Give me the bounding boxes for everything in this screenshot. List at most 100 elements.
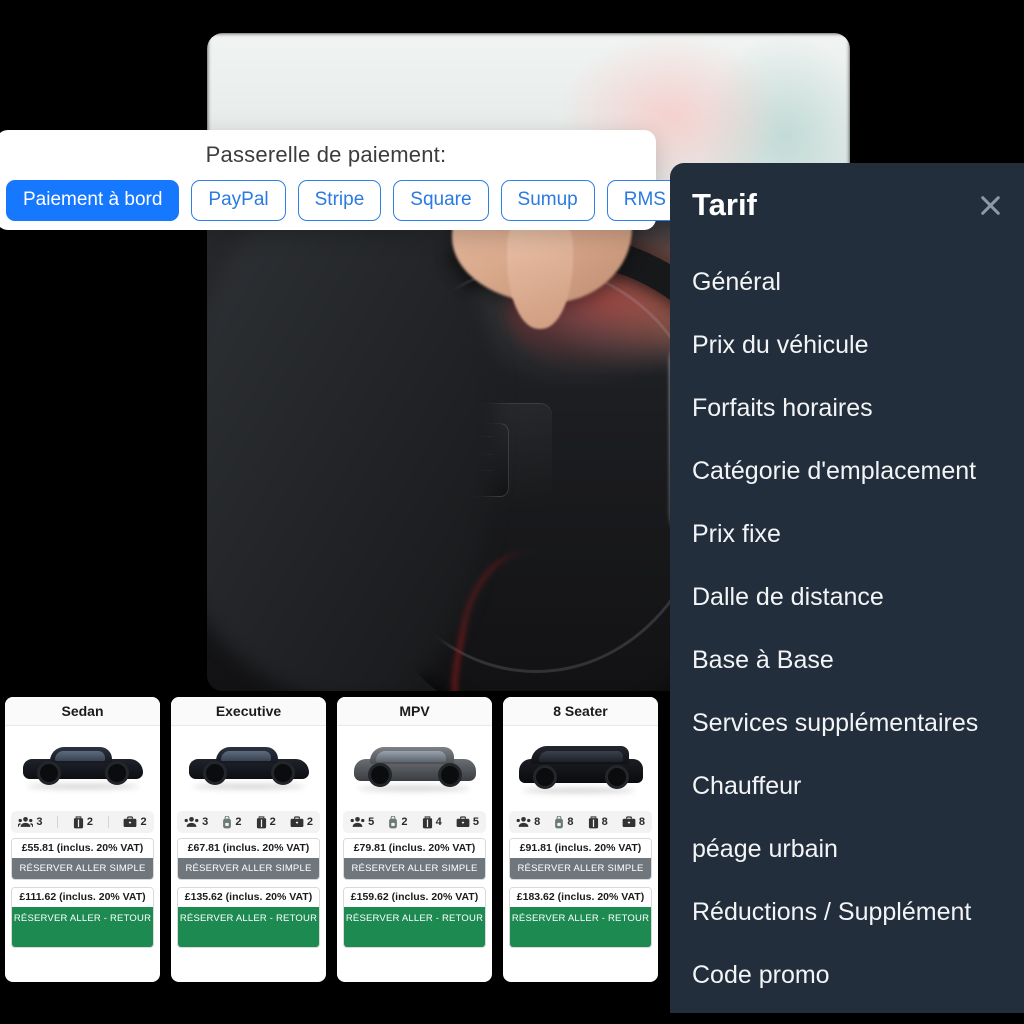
book-oneway-button[interactable]: RÉSERVER ALLER SIMPLE xyxy=(178,858,319,879)
capacity-backpack-icon: 2 xyxy=(388,815,408,829)
return-price-block: £135.62 (inclus. 20% VAT) RÉSERVER ALLER… xyxy=(177,887,320,948)
vehicle-card-8-seater[interactable]: 8 Seater 8 8 8 8 £91.81 (inclus. 20% VAT… xyxy=(503,697,658,982)
fleet-card-list: Sedan 3 2 2 £55.81 (inclus. 20% VAT) RÉS… xyxy=(0,697,660,987)
capacity-row: 8 8 8 8 xyxy=(509,811,652,833)
vehicle-card-mpv[interactable]: MPV 5 2 4 5 £79.81 (inclus. 20% VAT) RÉS… xyxy=(337,697,492,982)
capacity-passengers-icon: 3 xyxy=(184,816,208,828)
capacity-value: 3 xyxy=(202,816,209,828)
capacity-row: 5 2 4 5 xyxy=(343,811,486,833)
close-x-icon[interactable] xyxy=(970,185,1010,225)
capacity-value: 8 xyxy=(567,816,574,828)
payment-option-paiement-a-bord[interactable]: Paiement à bord xyxy=(6,180,180,221)
oneway-price-block: £55.81 (inclus. 20% VAT) RÉSERVER ALLER … xyxy=(11,838,154,880)
executive-car-icon xyxy=(171,726,326,806)
capacity-briefcase-icon: 2 xyxy=(290,816,313,828)
book-oneway-button[interactable]: RÉSERVER ALLER SIMPLE xyxy=(344,858,485,879)
capacity-value: 4 xyxy=(435,816,442,828)
tarif-item-reductions-supplement[interactable]: Réductions / Supplément xyxy=(670,888,1024,936)
payment-option-sumup[interactable]: Sumup xyxy=(500,180,595,221)
capacity-value: 2 xyxy=(269,816,276,828)
payment-option-square[interactable]: Square xyxy=(393,180,489,221)
capacity-value: 8 xyxy=(601,816,608,828)
capacity-row: 3 2 2 2 xyxy=(177,811,320,833)
capacity-suitcase-icon: 4 xyxy=(422,815,442,829)
payment-gateway-title: Passerelle de paiement: xyxy=(205,142,447,167)
capacity-value: 5 xyxy=(472,816,479,828)
capacity-value: 3 xyxy=(36,816,43,828)
oneway-price: £91.81 (inclus. 20% VAT) xyxy=(510,839,651,858)
tarif-item-code-promo[interactable]: Code promo xyxy=(670,951,1024,999)
payment-option-stripe[interactable]: Stripe xyxy=(297,180,382,221)
capacity-value: 5 xyxy=(368,816,375,828)
capacity-suitcase-icon: 2 xyxy=(256,815,276,829)
vehicle-card-sedan[interactable]: Sedan 3 2 2 £55.81 (inclus. 20% VAT) RÉS… xyxy=(5,697,160,982)
tarif-item-forfaits-horaires[interactable]: Forfaits horaires xyxy=(670,384,1024,432)
tarif-item-chauffeur[interactable]: Chauffeur xyxy=(670,762,1024,810)
book-return-button[interactable]: RÉSERVER ALLER - RETOUR xyxy=(344,907,485,947)
van-car-icon xyxy=(503,726,658,806)
capacity-briefcase-icon: 5 xyxy=(456,816,479,828)
capacity-row: 3 2 2 xyxy=(11,811,154,833)
return-price-block: £183.62 (inclus. 20% VAT) RÉSERVER ALLER… xyxy=(509,887,652,948)
payment-gateway-options: Paiement à bord PayPal Stripe Square Sum… xyxy=(6,180,683,221)
capacity-passengers-icon: 8 xyxy=(516,816,540,828)
capacity-backpack-icon: 2 xyxy=(222,815,242,829)
capacity-value: 8 xyxy=(638,816,645,828)
tarif-item-prix-du-vehicule[interactable]: Prix du véhicule xyxy=(670,321,1024,369)
divider xyxy=(57,816,59,828)
tarif-panel: Tarif Général Prix du véhicule Forfaits … xyxy=(670,163,1024,1013)
book-return-button[interactable]: RÉSERVER ALLER - RETOUR xyxy=(12,907,153,947)
tarif-item-base-a-base[interactable]: Base à Base xyxy=(670,636,1024,684)
return-price: £111.62 (inclus. 20% VAT) xyxy=(12,888,153,907)
vehicle-card-executive[interactable]: Executive 3 2 2 2 £67.81 (inclus. 20% VA… xyxy=(171,697,326,982)
capacity-suitcase-icon: 2 xyxy=(73,815,94,829)
return-price: £159.62 (inclus. 20% VAT) xyxy=(344,888,485,907)
return-price-block: £159.62 (inclus. 20% VAT) RÉSERVER ALLER… xyxy=(343,887,486,948)
mpv-car-icon xyxy=(337,726,492,806)
return-price: £135.62 (inclus. 20% VAT) xyxy=(178,888,319,907)
payment-option-paypal[interactable]: PayPal xyxy=(191,180,286,221)
screenshot-root: Passerelle de paiement: Paiement à bord … xyxy=(0,0,1024,1024)
book-oneway-button[interactable]: RÉSERVER ALLER SIMPLE xyxy=(510,858,651,879)
tarif-item-categorie-demplacement[interactable]: Catégorie d'emplacement xyxy=(670,447,1024,495)
vehicle-name: 8 Seater xyxy=(503,697,658,726)
capacity-briefcase-icon: 2 xyxy=(123,816,147,828)
capacity-value: 2 xyxy=(306,816,313,828)
tarif-item-general[interactable]: Général xyxy=(670,258,1024,306)
tarif-item-peage-urbain[interactable]: péage urbain xyxy=(670,825,1024,873)
capacity-backpack-icon: 8 xyxy=(554,815,574,829)
vehicle-name: MPV xyxy=(337,697,492,726)
capacity-briefcase-icon: 8 xyxy=(622,816,645,828)
oneway-price: £79.81 (inclus. 20% VAT) xyxy=(344,839,485,858)
oneway-price-block: £79.81 (inclus. 20% VAT) RÉSERVER ALLER … xyxy=(343,838,486,880)
book-return-button[interactable]: RÉSERVER ALLER - RETOUR xyxy=(510,907,651,947)
oneway-price-block: £91.81 (inclus. 20% VAT) RÉSERVER ALLER … xyxy=(509,838,652,880)
vehicle-name: Sedan xyxy=(5,697,160,726)
capacity-value: 2 xyxy=(235,816,242,828)
tarif-item-prix-fixe[interactable]: Prix fixe xyxy=(670,510,1024,558)
capacity-suitcase-icon: 8 xyxy=(588,815,608,829)
sedan-car-icon xyxy=(5,726,160,806)
book-return-button[interactable]: RÉSERVER ALLER - RETOUR xyxy=(178,907,319,947)
oneway-price: £67.81 (inclus. 20% VAT) xyxy=(178,839,319,858)
tarif-panel-header: Tarif xyxy=(670,163,1024,247)
return-price-block: £111.62 (inclus. 20% VAT) RÉSERVER ALLER… xyxy=(11,887,154,948)
capacity-value: 2 xyxy=(401,816,408,828)
payment-gateway-card: Passerelle de paiement: Paiement à bord … xyxy=(0,130,683,230)
capacity-passengers-icon: 3 xyxy=(18,816,42,828)
divider xyxy=(107,816,109,828)
return-price: £183.62 (inclus. 20% VAT) xyxy=(510,888,651,907)
tarif-item-services-supplementaires[interactable]: Services supplémentaires xyxy=(670,699,1024,747)
tarif-menu-list: Général Prix du véhicule Forfaits horair… xyxy=(670,258,1024,1013)
capacity-value: 8 xyxy=(534,816,541,828)
vehicle-name: Executive xyxy=(171,697,326,726)
book-oneway-button[interactable]: RÉSERVER ALLER SIMPLE xyxy=(12,858,153,879)
tarif-item-dalle-de-distance[interactable]: Dalle de distance xyxy=(670,573,1024,621)
oneway-price-block: £67.81 (inclus. 20% VAT) RÉSERVER ALLER … xyxy=(177,838,320,880)
capacity-passengers-icon: 5 xyxy=(350,816,374,828)
capacity-value: 2 xyxy=(140,816,147,828)
capacity-value: 2 xyxy=(86,816,94,828)
driver-arm xyxy=(207,203,497,691)
tarif-panel-title: Tarif xyxy=(692,187,757,222)
oneway-price: £55.81 (inclus. 20% VAT) xyxy=(12,839,153,858)
